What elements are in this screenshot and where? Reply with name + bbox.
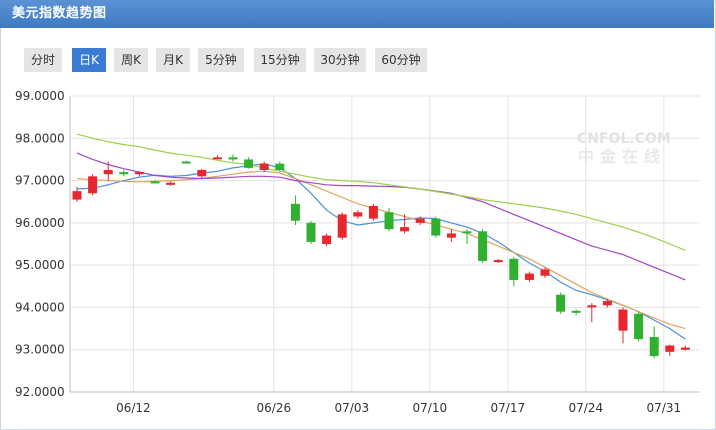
y-tick-label: 97.0000 xyxy=(15,174,65,188)
candle-body xyxy=(493,260,503,263)
ma-line-ma10 xyxy=(76,170,686,330)
candle-body xyxy=(524,273,534,280)
watermark-text: 中金在线 xyxy=(578,147,666,166)
candle-body xyxy=(134,172,144,175)
candle-body xyxy=(337,214,347,238)
candle-body xyxy=(103,170,113,175)
y-tick-label: 93.0000 xyxy=(15,343,65,357)
y-tick-label: 95.0000 xyxy=(15,258,65,272)
x-tick-label: 07/03 xyxy=(335,401,370,415)
x-tick-label: 06/12 xyxy=(116,401,151,415)
y-tick-label: 98.0000 xyxy=(15,131,65,145)
watermark: CNFOL.COM 中金在线 xyxy=(577,131,671,166)
candle-body xyxy=(618,309,628,331)
candle-body xyxy=(587,305,597,308)
candle-body xyxy=(88,176,98,194)
candle-body xyxy=(478,231,488,261)
candle-body xyxy=(571,310,581,313)
y-tick-label: 92.0000 xyxy=(15,385,65,399)
candle-body xyxy=(181,161,191,164)
ma-line-ma20 xyxy=(76,152,686,281)
candle-body xyxy=(680,347,690,350)
candle-body xyxy=(415,218,425,223)
candle-body xyxy=(290,203,300,221)
ma-line-ma5 xyxy=(76,163,686,340)
y-tick-label: 96.0000 xyxy=(15,216,65,230)
candle-body xyxy=(446,233,456,238)
candle-layer xyxy=(72,154,690,359)
candle-body xyxy=(166,182,176,185)
x-tick-label: 07/17 xyxy=(491,401,526,415)
x-tick-label: 07/10 xyxy=(413,401,448,415)
candle-body xyxy=(400,227,410,232)
x-tick-label: 07/31 xyxy=(647,401,682,415)
candle-body xyxy=(368,205,378,219)
candle-body xyxy=(197,170,207,177)
candle-body xyxy=(259,163,269,170)
x-tick-label: 07/24 xyxy=(569,401,604,415)
candle-body xyxy=(306,222,316,242)
candle-body xyxy=(212,157,222,160)
candlestick-chart: CNFOL.COM 中金在线 99.0000 98.0000 97.0000 96.0… xyxy=(15,89,700,415)
candle-body xyxy=(275,163,285,170)
watermark-logo: CNFOL.COM xyxy=(577,131,671,147)
candle-body xyxy=(540,269,550,276)
candle-body xyxy=(72,191,82,200)
candle-body xyxy=(228,157,238,160)
candle-body xyxy=(634,313,644,340)
candle-body xyxy=(649,337,659,357)
candle-body xyxy=(556,294,566,312)
candle-body xyxy=(509,258,519,280)
x-tick-label: 06/26 xyxy=(257,401,292,415)
candle-body xyxy=(602,301,612,306)
candle-body xyxy=(462,231,472,234)
candle-body xyxy=(665,345,675,352)
candle-body xyxy=(322,235,332,244)
candle-body xyxy=(244,159,254,168)
candle-body xyxy=(353,212,363,217)
candle-body xyxy=(384,212,394,230)
candle-body xyxy=(119,172,129,175)
candle-body xyxy=(431,218,441,236)
candle-body xyxy=(150,181,160,184)
y-tick-label: 94.0000 xyxy=(15,300,65,314)
y-tick-label: 99.0000 xyxy=(15,89,65,103)
